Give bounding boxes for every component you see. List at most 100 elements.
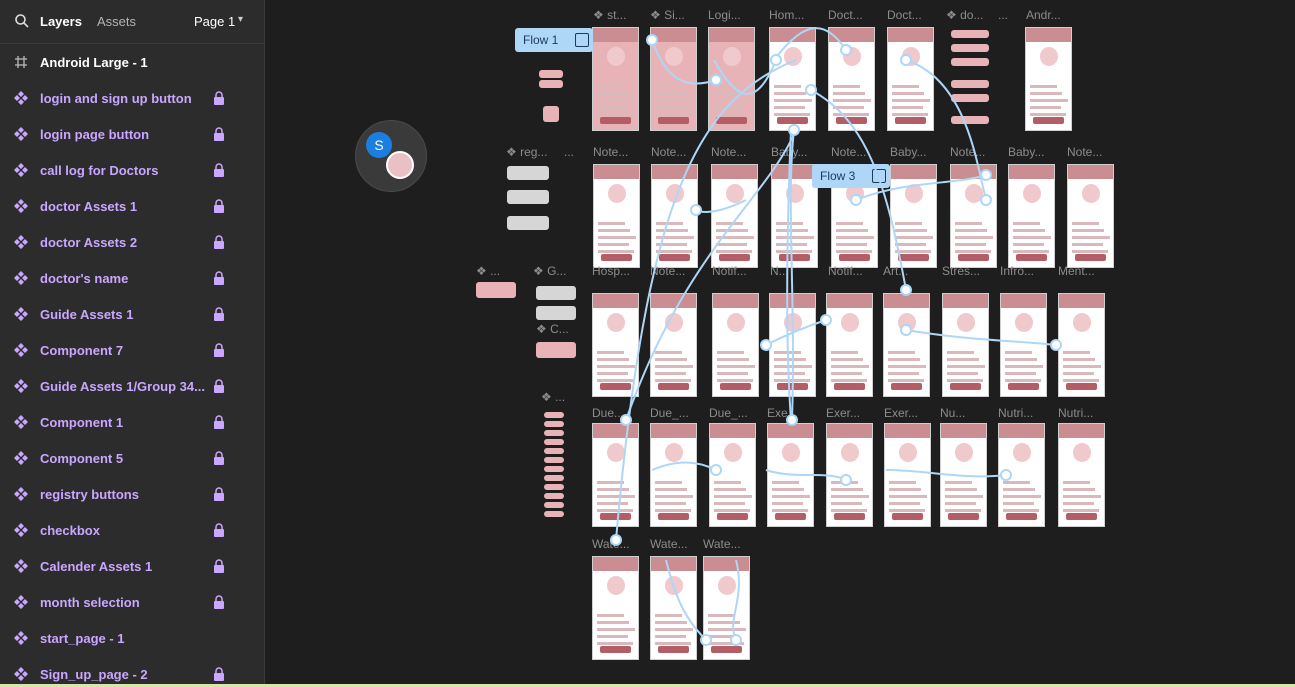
tab-layers[interactable]: Layers (40, 14, 82, 29)
lock-icon[interactable] (213, 127, 225, 141)
component-instance[interactable] (544, 475, 564, 481)
component-instance[interactable] (544, 412, 564, 418)
component-instance[interactable] (536, 306, 576, 320)
lock-icon[interactable] (213, 235, 225, 249)
frame-label[interactable]: ❖ st... (593, 8, 626, 22)
flow-starting-point[interactable]: Flow 1 (515, 28, 593, 52)
frame-label[interactable]: Due_... (650, 406, 689, 420)
screen-row4-7[interactable] (998, 423, 1045, 527)
component-instance[interactable] (544, 484, 564, 490)
search-icon[interactable] (14, 13, 30, 29)
lock-icon[interactable] (213, 307, 225, 321)
component-instance[interactable] (544, 430, 564, 436)
screen-row3-6[interactable] (942, 293, 989, 397)
frame-label[interactable]: ❖ reg... (506, 145, 547, 159)
frame-label[interactable]: Nutri... (998, 406, 1033, 420)
screen-row2-8[interactable] (1067, 164, 1114, 268)
frame-label[interactable]: Notif... (712, 264, 747, 278)
component-instance[interactable] (544, 448, 564, 454)
frame-label[interactable]: ❖ ... (476, 264, 500, 278)
screen-row3-8[interactable] (1058, 293, 1105, 397)
screen-row2-6[interactable] (950, 164, 997, 268)
frame-label[interactable]: Note... (650, 264, 685, 278)
component-instance[interactable] (951, 30, 989, 38)
frame-label[interactable]: Wate... (650, 537, 688, 551)
component-instance[interactable] (544, 457, 564, 463)
screen-doctors-1[interactable] (828, 27, 875, 131)
frame-label[interactable]: Baby... (890, 145, 926, 159)
frame-label[interactable]: Baby... (1008, 145, 1044, 159)
layer-row[interactable]: doctor Assets 2 (0, 225, 265, 261)
frame-label[interactable]: Doct... (828, 8, 863, 22)
screen-row2-5[interactable] (890, 164, 937, 268)
component-instance[interactable] (476, 282, 516, 298)
frame-label[interactable]: Due... (592, 406, 624, 420)
screen-row2-7[interactable] (1008, 164, 1055, 268)
component-instance[interactable] (951, 80, 989, 88)
lock-icon[interactable] (213, 91, 225, 105)
lock-icon[interactable] (213, 199, 225, 213)
screen-row3-5[interactable] (883, 293, 930, 397)
layer-row[interactable]: Guide Assets 1/Group 34... (0, 369, 265, 405)
component-instance[interactable] (543, 106, 559, 122)
component-instance[interactable] (507, 190, 549, 204)
frame-label[interactable]: Note... (950, 145, 985, 159)
layer-row[interactable]: Component 5 (0, 441, 265, 477)
page-selector[interactable]: Page 1 (194, 14, 235, 29)
layer-row[interactable]: registry buttons (0, 477, 265, 513)
screen-row4-0[interactable] (592, 423, 639, 527)
play-icon[interactable] (872, 169, 886, 183)
screen-row4-1[interactable] (650, 423, 697, 527)
component-instance[interactable] (544, 439, 564, 445)
lock-icon[interactable] (213, 487, 225, 501)
play-icon[interactable] (575, 33, 589, 47)
frame-label[interactable]: Nutri... (1058, 406, 1093, 420)
component-instance[interactable] (544, 421, 564, 427)
component-instance[interactable] (536, 342, 576, 358)
tab-assets[interactable]: Assets (97, 14, 136, 29)
screen-water-0[interactable] (592, 556, 639, 660)
lock-icon[interactable] (213, 451, 225, 465)
chevron-down-icon[interactable]: ▾ (238, 14, 243, 25)
component-instance[interactable] (544, 493, 564, 499)
screen-water-2[interactable] (703, 556, 750, 660)
layer-row[interactable]: start_page - 1 (0, 621, 265, 657)
frame-label[interactable]: ... (564, 145, 574, 159)
frame-label[interactable]: Art... (883, 264, 908, 278)
layer-row[interactable]: login and sign up button (0, 81, 265, 117)
frame-label[interactable]: Andr... (1026, 8, 1061, 22)
component-instance[interactable] (544, 511, 564, 517)
component-instance[interactable] (539, 80, 563, 88)
lock-icon[interactable] (213, 379, 225, 393)
component-instance[interactable] (507, 216, 549, 230)
component-instance[interactable] (951, 44, 989, 52)
screen-row3-7[interactable] (1000, 293, 1047, 397)
frame-label[interactable]: Ment... (1058, 264, 1095, 278)
frame-label[interactable]: Hosp... (592, 264, 630, 278)
screen-doctors-2[interactable] (887, 27, 934, 131)
screen-signup[interactable] (650, 27, 697, 131)
component-instance[interactable] (951, 94, 989, 102)
screen-login[interactable] (708, 27, 755, 131)
component-instance[interactable] (507, 166, 549, 180)
design-canvas[interactable]: S ❖ st... ❖ Si... Logi... Hom... Doct... Doct… (266, 0, 1295, 684)
lock-icon[interactable] (213, 163, 225, 177)
frame-label[interactable]: N... (770, 264, 789, 278)
frame-label[interactable]: ❖ do... (946, 8, 983, 22)
layer-row[interactable]: checkbox (0, 513, 265, 549)
component-instance[interactable] (536, 286, 576, 300)
screen-row4-3[interactable] (767, 423, 814, 527)
component-instance[interactable] (544, 466, 564, 472)
layer-row[interactable]: Guide Assets 1 (0, 297, 265, 333)
flow-starting-point[interactable]: Flow 3 (812, 164, 890, 188)
lock-icon[interactable] (213, 415, 225, 429)
frame-label[interactable]: Doct... (887, 8, 922, 22)
layer-row[interactable]: Calender Assets 1 (0, 549, 265, 585)
layer-row[interactable]: doctor Assets 1 (0, 189, 265, 225)
frame-label[interactable]: ❖ Si... (650, 8, 685, 22)
screen-water-1[interactable] (650, 556, 697, 660)
frame-label[interactable]: Hom... (769, 8, 804, 22)
layer-row[interactable]: Sign_up_page - 2 (0, 657, 265, 687)
frame-label[interactable]: Infro... (1000, 264, 1034, 278)
frame-label[interactable]: Stres... (942, 264, 980, 278)
